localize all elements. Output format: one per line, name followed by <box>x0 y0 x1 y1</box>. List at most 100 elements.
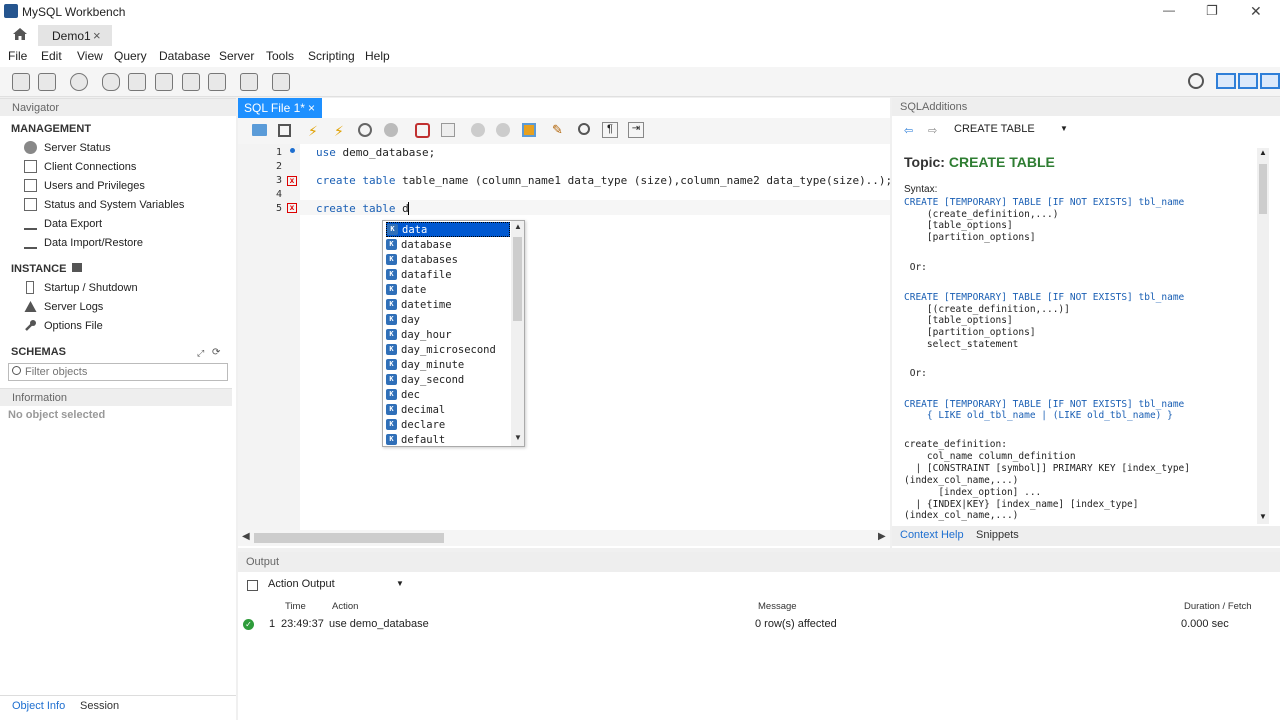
execute-icon[interactable]: ⚡ <box>308 123 318 140</box>
rollback-icon[interactable] <box>496 123 510 137</box>
autocomplete-item[interactable]: Kdatetime <box>386 297 510 312</box>
inspector-icon[interactable] <box>70 73 88 91</box>
col-time-header[interactable]: Time <box>285 601 306 612</box>
nav-item-status-variables[interactable]: Status and System Variables <box>24 196 184 213</box>
tab-snippets[interactable]: Snippets <box>976 529 1019 541</box>
topic-dropdown[interactable]: CREATE TABLE ▼ <box>954 123 1070 139</box>
autocomplete-item[interactable]: Kdec <box>386 387 510 402</box>
wrap-lines-icon[interactable]: ⇥ <box>628 122 644 138</box>
beautify-icon[interactable]: ✎ <box>552 122 563 138</box>
nav-item-server-status[interactable]: Server Status <box>24 139 111 156</box>
connection-tab[interactable]: Demo1 × <box>38 25 112 46</box>
autocomplete-item[interactable]: Kdeclare <box>386 417 510 432</box>
menu-database[interactable]: Database <box>159 49 210 63</box>
nav-item-options-file[interactable]: Options File <box>24 317 103 334</box>
autocomplete-item[interactable]: Kdefault <box>386 432 510 447</box>
create-view-icon[interactable] <box>155 73 173 91</box>
autocomplete-item[interactable]: Kdecimal <box>386 402 510 417</box>
toggle-sidebar-icon[interactable] <box>1216 73 1236 89</box>
toggle-sqladditions-icon[interactable] <box>1260 73 1280 89</box>
menu-help[interactable]: Help <box>365 49 390 63</box>
stop-icon[interactable] <box>384 123 398 137</box>
autocommit-icon[interactable] <box>441 123 455 137</box>
menu-tools[interactable]: Tools <box>266 49 294 63</box>
toggle-error-icon[interactable] <box>415 123 430 138</box>
output-type-dropdown[interactable]: Action Output ▼ <box>268 578 404 594</box>
toggle-output-icon[interactable] <box>1238 73 1258 89</box>
invisible-chars-icon[interactable]: ¶ <box>602 122 618 138</box>
limit-rows-icon[interactable] <box>522 123 536 137</box>
scroll-up-icon[interactable]: ▲ <box>514 222 522 231</box>
col-duration-header[interactable]: Duration / Fetch <box>1184 601 1252 612</box>
autocomplete-item[interactable]: Kdatafile <box>386 267 510 282</box>
scroll-thumb[interactable] <box>513 237 522 321</box>
autocomplete-item[interactable]: Kday_microsecond <box>386 342 510 357</box>
save-icon[interactable] <box>278 124 291 137</box>
autocomplete-scrollbar[interactable]: ▲ ▼ <box>511 221 524 446</box>
forward-arrow-icon[interactable]: ⇨ <box>928 124 937 137</box>
explain-icon[interactable] <box>358 123 372 137</box>
back-arrow-icon[interactable]: ⇦ <box>904 124 913 137</box>
create-procedure-icon[interactable] <box>182 73 200 91</box>
nav-item-data-import[interactable]: Data Import/Restore <box>24 234 143 251</box>
autocomplete-item[interactable]: Kday_minute <box>386 357 510 372</box>
code-line-3[interactable]: create table table_name (column_name1 da… <box>316 174 892 187</box>
scroll-thumb[interactable] <box>1259 164 1267 214</box>
nav-item-server-logs[interactable]: Server Logs <box>24 298 103 315</box>
table-row[interactable]: ✓ 1 23:49:37 use demo_database 0 row(s) … <box>238 616 1280 632</box>
menu-view[interactable]: View <box>77 49 103 63</box>
find-icon[interactable] <box>578 123 590 135</box>
create-schema-icon[interactable] <box>102 73 120 91</box>
nav-item-data-export[interactable]: Data Export <box>24 215 102 232</box>
tab-session[interactable]: Session <box>80 700 119 712</box>
autocomplete-item[interactable]: Kdate <box>386 282 510 297</box>
settings-gear-icon[interactable] <box>1188 73 1204 89</box>
col-message-header[interactable]: Message <box>758 601 797 612</box>
menu-edit[interactable]: Edit <box>41 49 62 63</box>
autocomplete-item[interactable]: Kdatabase <box>386 237 510 252</box>
autocomplete-item[interactable]: Kdata <box>386 222 510 237</box>
nav-item-startup-shutdown[interactable]: Startup / Shutdown <box>24 279 138 296</box>
tab-object-info[interactable]: Object Info <box>12 700 65 712</box>
close-window-button[interactable]: ✕ <box>1250 3 1262 20</box>
new-sql-tab-icon[interactable] <box>12 73 30 91</box>
scroll-right-icon[interactable]: ▶ <box>878 531 886 542</box>
code-line-5[interactable]: create table d <box>316 202 409 215</box>
scroll-up-icon[interactable]: ▲ <box>1259 148 1267 157</box>
close-tab-icon[interactable]: × <box>93 28 101 43</box>
code-line-1[interactable]: use demo_database; <box>316 146 435 159</box>
reconnect-icon[interactable] <box>272 73 290 91</box>
scroll-down-icon[interactable]: ▼ <box>514 433 522 442</box>
scroll-left-icon[interactable]: ◀ <box>242 531 250 542</box>
nav-item-users-privileges[interactable]: Users and Privileges <box>24 177 145 194</box>
menu-query[interactable]: Query <box>114 49 147 63</box>
editor-horizontal-scrollbar[interactable]: ◀ ▶ <box>238 530 890 546</box>
sql-file-tab[interactable]: SQL File 1* × <box>238 98 322 118</box>
nav-item-client-connections[interactable]: Client Connections <box>24 158 136 175</box>
menu-scripting[interactable]: Scripting <box>308 49 355 63</box>
home-icon[interactable] <box>12 27 28 41</box>
execute-current-icon[interactable]: ⚡ <box>334 123 344 140</box>
close-tab-icon[interactable]: × <box>308 101 315 115</box>
autocomplete-item[interactable]: Kday_hour <box>386 327 510 342</box>
open-sql-script-icon[interactable] <box>38 73 56 91</box>
autocomplete-item[interactable]: Kday_second <box>386 372 510 387</box>
help-scrollbar[interactable]: ▲ ▼ <box>1257 148 1269 524</box>
autocomplete-item[interactable]: Kday <box>386 312 510 327</box>
schemas-expand-icon[interactable]: ⤢ <box>197 348 204 359</box>
search-table-data-icon[interactable] <box>240 73 258 91</box>
create-function-icon[interactable] <box>208 73 226 91</box>
col-action-header[interactable]: Action <box>332 601 358 612</box>
autocomplete-item[interactable]: Kdatabases <box>386 252 510 267</box>
maximize-button[interactable]: ❐ <box>1206 3 1218 19</box>
menu-file[interactable]: File <box>8 49 27 63</box>
minimize-button[interactable]: — <box>1163 3 1175 17</box>
create-table-icon[interactable] <box>128 73 146 91</box>
open-file-icon[interactable] <box>252 124 267 136</box>
tab-context-help[interactable]: Context Help <box>900 529 964 541</box>
menu-server[interactable]: Server <box>219 49 254 63</box>
commit-icon[interactable] <box>471 123 485 137</box>
scroll-down-icon[interactable]: ▼ <box>1259 512 1267 521</box>
scroll-thumb[interactable] <box>254 533 444 543</box>
schema-filter-input[interactable] <box>25 365 225 379</box>
